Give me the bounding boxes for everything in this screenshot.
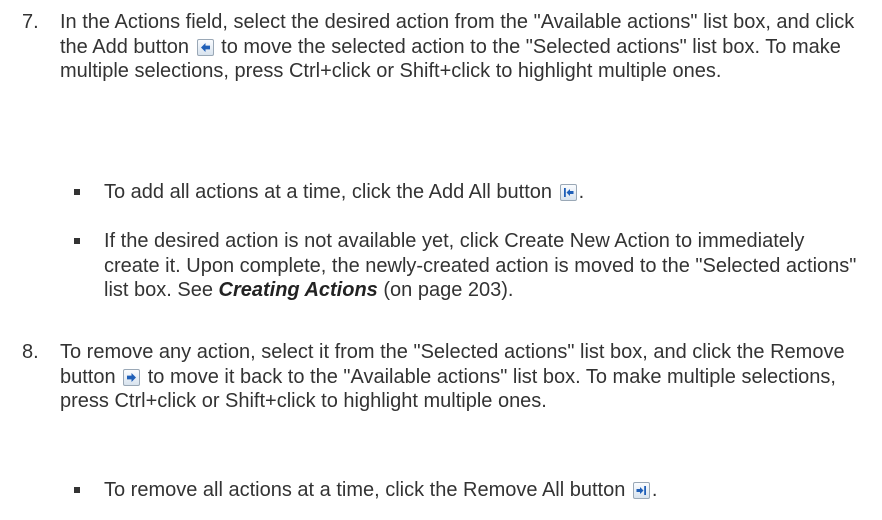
- bullet-square-icon: [74, 189, 80, 195]
- bullet-1-text-b: .: [578, 181, 585, 203]
- step-8-text: To remove any action, select it from the…: [60, 340, 860, 414]
- bullet-2-text: If the desired action is not available y…: [104, 229, 864, 303]
- add-button-icon: [196, 38, 214, 56]
- step-8-number: 8.: [22, 341, 39, 363]
- add-all-button-icon: [559, 184, 577, 201]
- step-8-bullet-text-a: To remove all actions at a time, click t…: [104, 479, 626, 501]
- remove-button-icon: [123, 368, 141, 386]
- bullet-1-text-a: To add all actions at a time, click the …: [104, 181, 553, 203]
- bullet-2-text-b: (on page 203).: [383, 279, 514, 301]
- bullet-square-icon: [74, 487, 80, 493]
- step-7-text: In the Actions field, select the desired…: [60, 10, 860, 84]
- bullet-1-text: To add all actions at a time, click the …: [104, 180, 864, 205]
- step-7-number: 7.: [22, 11, 39, 33]
- step-8-text-b: to move it back to the "Available action…: [60, 365, 836, 413]
- remove-all-button-icon: [632, 482, 650, 499]
- creating-actions-link[interactable]: Creating Actions: [219, 279, 378, 301]
- step-8-bullet-text: To remove all actions at a time, click t…: [104, 478, 864, 503]
- bullet-square-icon: [74, 238, 80, 244]
- step-8-bullet-text-b: .: [651, 479, 658, 501]
